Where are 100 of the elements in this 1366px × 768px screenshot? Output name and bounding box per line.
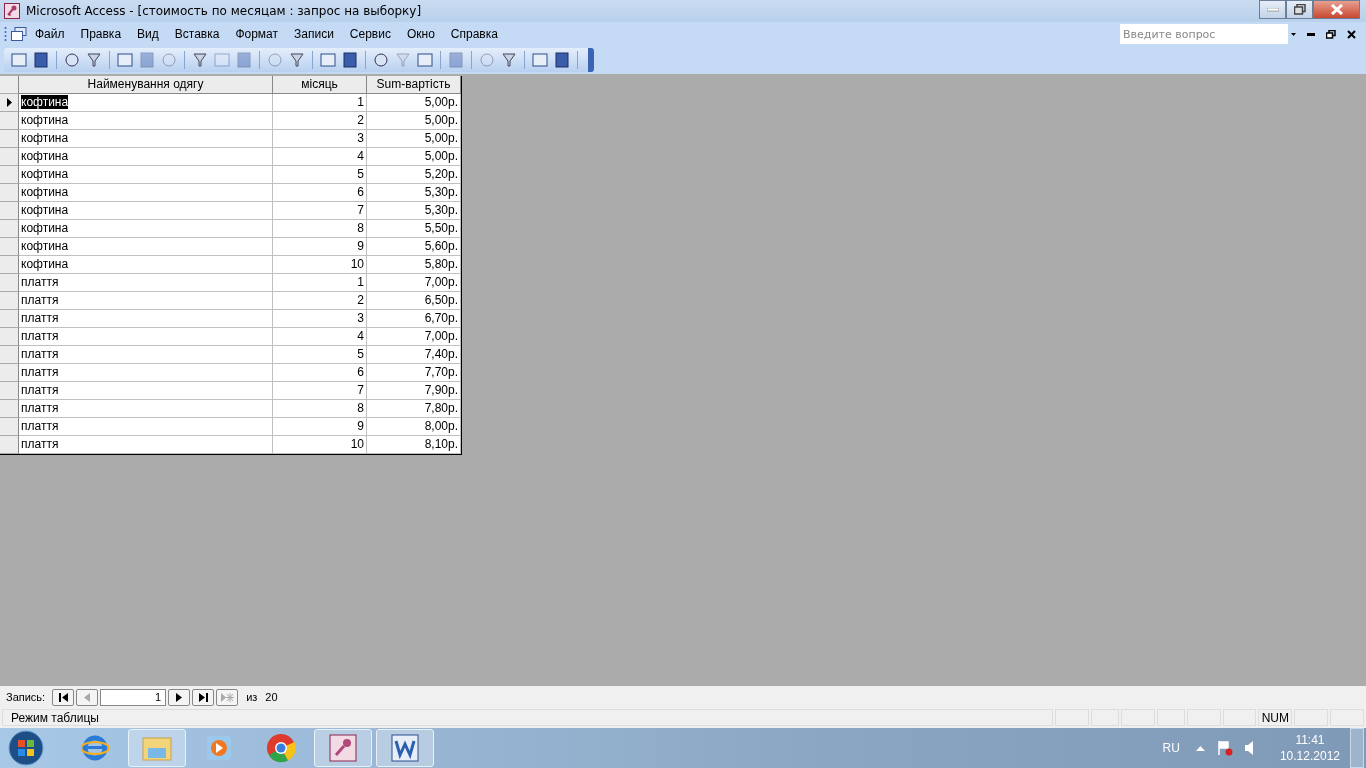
dropdown-caret-icon[interactable] (1291, 32, 1296, 36)
table-cell: кофтина (19, 202, 273, 220)
row-selector[interactable] (0, 94, 19, 112)
table-cell: 5 (273, 166, 367, 184)
table-cell: плаття (19, 346, 273, 364)
menu-item[interactable]: Записи (286, 27, 342, 41)
first-record-button[interactable] (52, 688, 75, 706)
document-w-icon (391, 734, 419, 762)
table-cell: 8,00р. (367, 418, 461, 436)
next-record-icon (176, 692, 183, 702)
window-icon[interactable] (11, 27, 27, 41)
menu-item[interactable]: Правка (72, 27, 130, 41)
table-cell: 7 (273, 202, 367, 220)
key-icon (329, 734, 357, 762)
last-record-button[interactable] (192, 688, 215, 706)
table-cell: плаття (19, 436, 273, 454)
table-cell: 6 (273, 184, 367, 202)
minimize-icon[interactable] (1307, 32, 1315, 36)
table-cell: 5,00р. (367, 130, 461, 148)
table-cell: 7,40р. (367, 346, 461, 364)
grip-icon (4, 26, 7, 42)
table-cell: 5,00р. (367, 112, 461, 130)
column-header[interactable]: Найменування одягу (19, 76, 273, 94)
table-cell: плаття (19, 274, 273, 292)
restore-button[interactable] (1286, 0, 1313, 19)
column-header[interactable]: Sum-вартість (367, 76, 461, 94)
table-cell: 2 (273, 112, 367, 130)
table-cell: плаття (19, 418, 273, 436)
menu-item[interactable]: Окно (398, 27, 443, 41)
column-header[interactable]: місяць (273, 76, 367, 94)
table-cell: 7,70р. (367, 364, 461, 382)
window-title: Microsoft Access - [стоимость по месяцам : запрос на выборку] (26, 4, 422, 18)
table-cell: 9 (273, 238, 367, 256)
table-cell: 3 (273, 310, 367, 328)
num-lock-indicator: NUM (1258, 709, 1293, 726)
menu-item[interactable]: Сервис (341, 27, 399, 41)
current-row-icon (6, 98, 12, 107)
table-cell: 4 (273, 148, 367, 166)
start-button[interactable] (6, 728, 46, 768)
next-record-button[interactable] (168, 688, 191, 706)
restore-icon (1293, 4, 1306, 15)
minimize-button[interactable] (1259, 0, 1286, 19)
taskbar-button[interactable] (314, 729, 372, 767)
record-number-field[interactable]: 1 (100, 688, 167, 706)
table-cell: 5,00р. (367, 148, 461, 166)
menu-item[interactable]: Справка (442, 27, 506, 41)
table-cell: 5,50р. (367, 220, 461, 238)
table-cell: 10 (273, 436, 367, 454)
key-icon (4, 3, 20, 19)
table-cell: 1 (273, 94, 367, 112)
record-of-label: из (246, 691, 258, 703)
menu-item[interactable]: Вид (129, 27, 167, 41)
help-search-field[interactable]: Введите вопрос (1120, 24, 1288, 44)
table-cell: плаття (19, 400, 273, 418)
table-cell: 5,60р. (367, 238, 461, 256)
table-cell: 9 (273, 418, 367, 436)
menu-item[interactable]: Формат (227, 27, 287, 41)
table-cell: плаття (19, 364, 273, 382)
table-cell: 7 (273, 382, 367, 400)
select-all-cell[interactable] (0, 76, 19, 94)
table-cell: кофтина (19, 112, 273, 130)
table-cell: 5,20р. (367, 166, 461, 184)
folder-icon (142, 734, 172, 762)
table-cell: 7,90р. (367, 382, 461, 400)
table-cell: 6,50р. (367, 292, 461, 310)
close-icon[interactable] (1347, 29, 1356, 39)
menu-item[interactable]: Файл (27, 27, 73, 41)
table-cell: 8 (273, 400, 367, 418)
table-cell: плаття (19, 328, 273, 346)
table-cell: 7,00р. (367, 274, 461, 292)
table-cell: 10 (273, 256, 367, 274)
table-cell: 2 (273, 292, 367, 310)
up-arrow-icon[interactable] (1195, 745, 1205, 751)
last-record-icon (198, 692, 208, 702)
restore-icon[interactable] (1326, 29, 1336, 39)
table-cell: 5,30р. (367, 202, 461, 220)
table-cell: 5,00р. (367, 94, 461, 112)
flag-icon[interactable] (1216, 740, 1233, 756)
taskbar-button[interactable] (376, 729, 434, 767)
record-label: Запись: (6, 691, 46, 703)
table-cell: 3 (273, 130, 367, 148)
table-cell: 5,30р. (367, 184, 461, 202)
table-cell: кофтина (19, 184, 273, 202)
first-record-icon (58, 692, 68, 702)
table-cell: 6,70р. (367, 310, 461, 328)
menu-item[interactable]: Вставка (166, 27, 228, 41)
table-cell: 5,80р. (367, 256, 461, 274)
table-cell: плаття (19, 310, 273, 328)
speaker-icon[interactable] (1244, 741, 1254, 755)
table-cell: 7,80р. (367, 400, 461, 418)
table-cell: 8,10р. (367, 436, 461, 454)
table-cell: кофтина (19, 166, 273, 184)
minimize-icon (1266, 7, 1279, 12)
table-cell: кофтина (19, 256, 273, 274)
media-player-icon (206, 735, 232, 761)
table-cell: кофтина (19, 130, 273, 148)
table-cell: 7,00р. (367, 328, 461, 346)
chrome-icon (266, 733, 296, 763)
table-cell: кофтина (19, 148, 273, 166)
close-button[interactable] (1313, 0, 1360, 19)
